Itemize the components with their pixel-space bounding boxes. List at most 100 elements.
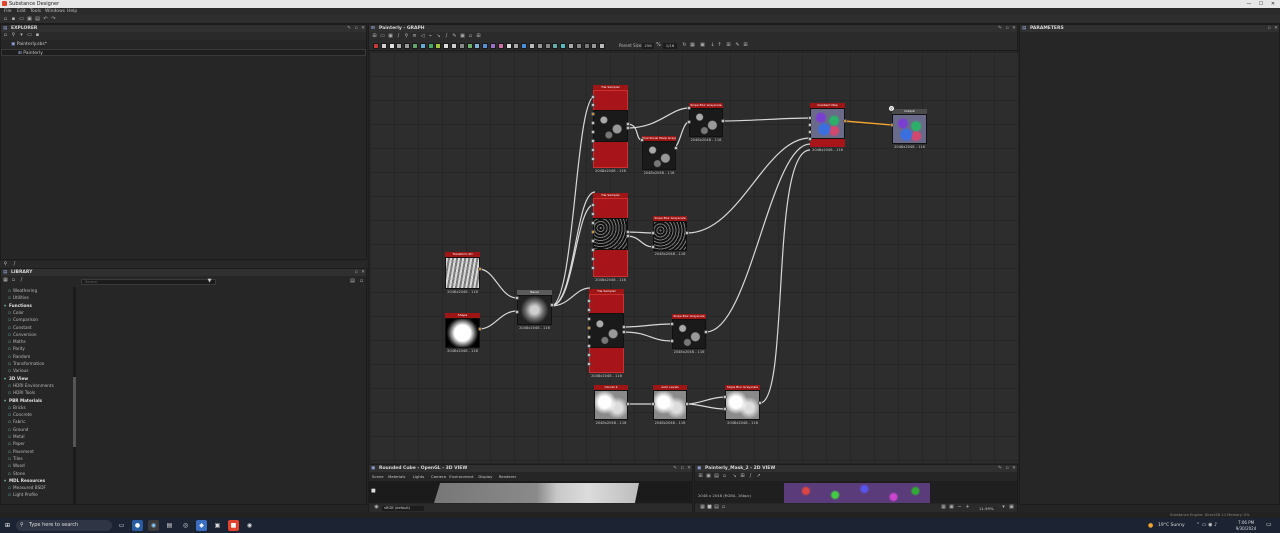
input-port[interactable] [591,139,595,143]
draw-icon[interactable]: ↘ [732,474,737,479]
node-palette-icon[interactable] [552,43,559,49]
import-icon[interactable]: ▾ [19,33,24,38]
input-port[interactable] [591,221,595,225]
pipette-icon[interactable]: ↘ [436,34,441,39]
library-item[interactable]: ▫ Stone [1,470,73,477]
checker-icon[interactable]: ▦ [700,505,705,510]
zoom-menu-icon[interactable]: ▾ [1001,505,1006,510]
input-port[interactable] [591,266,595,270]
input-port[interactable] [587,335,591,339]
input-port[interactable] [808,137,812,141]
settings-icon[interactable]: ▫ [359,279,364,284]
package-row[interactable]: ▣ Painterly.sbs* [1,41,366,48]
view-2d-viewport[interactable]: 2048 x 2048 (RGBA, 16bpc) [695,481,1017,503]
task-view-icon[interactable]: ▭ [116,520,127,531]
library-item[interactable]: ▫ Tiles [1,455,73,462]
app-icon[interactable]: ▣ [212,520,223,531]
library-item[interactable]: ▫ HDRI Environments [1,382,73,389]
crop-icon[interactable]: ▣ [460,34,465,39]
camera-icon[interactable]: ■ [371,488,376,494]
input-port[interactable] [651,231,655,235]
library-item[interactable]: ▫ Ground [1,426,73,433]
fit-view-icon[interactable]: ⊞ [698,474,703,479]
tray-icons[interactable]: ⌃ ▭ ◉ ♪ [1196,522,1217,528]
folder-icon[interactable]: ▭ [27,33,32,38]
float-icon[interactable]: ▫ [1004,25,1010,32]
menu-tools[interactable]: Tools [30,9,41,14]
library-item[interactable]: ▫ Paper [1,440,73,447]
options-icon[interactable]: ▪ [35,33,40,38]
input-port[interactable] [587,344,591,348]
node-tile-sampler-1[interactable]: Tile Sampler 2048x2048 - 116 [591,85,630,173]
close-panel-icon[interactable]: ✕ [1011,25,1017,32]
pin-icon[interactable]: ✎ [672,465,678,472]
input-port[interactable] [587,299,591,303]
fit-icon[interactable]: ⊞ [476,34,481,39]
fullscreen-icon[interactable]: ⊞ [726,43,731,48]
lock-icon[interactable]: ▣ [700,43,705,48]
tool-icon[interactable]: ⚲ [3,262,8,267]
view-3d-menu-item[interactable]: Environment [449,473,473,480]
windows-start-icon[interactable]: ⊞ [2,520,13,531]
library-item[interactable]: ▫ Concrete [1,411,73,418]
copy-icon[interactable]: ▫ [722,474,727,479]
node-palette-icon[interactable] [560,43,567,49]
channel-icon[interactable]: ▣ [706,474,711,479]
library-category[interactable]: ▾ PBR Materials [1,397,73,404]
substance-designer-taskbar-icon[interactable]: ■ [228,520,239,531]
line-icon[interactable]: / [748,474,753,479]
pin-icon[interactable]: ✎ [346,25,352,32]
library-item[interactable]: ▫ Measured BSDF [1,484,73,491]
comment-icon[interactable]: / [396,34,401,39]
zoom-icon[interactable]: ⚲ [404,34,409,39]
input-port[interactable] [591,148,595,152]
node-palette-icon[interactable] [451,43,457,49]
input-port[interactable] [591,230,595,234]
save-all-icon[interactable]: ▤ [35,17,40,22]
input-port[interactable] [591,121,595,125]
redo-icon[interactable]: ↷ [51,17,56,22]
steam-icon[interactable]: ◎ [180,520,191,531]
layout-icon[interactable]: ⊞ [743,43,748,48]
brush-icon[interactable]: / [19,278,24,283]
graph-row[interactable]: ⊞ Painterly [1,49,366,56]
node-palette-icon[interactable] [380,43,387,49]
input-port[interactable] [515,310,519,314]
new-package-icon[interactable]: ▫ [3,33,8,38]
float-icon[interactable]: ▫ [353,25,359,32]
refresh-icon[interactable]: ↻ [682,43,687,48]
node-gradient-map[interactable]: Gradient Map 2048x2048 - 116 [808,103,847,152]
node-palette-icon[interactable] [419,43,426,49]
pin-icon[interactable]: ✎ [997,25,1003,32]
new-file-icon[interactable]: ▫ [3,17,8,22]
arrow-up-icon[interactable]: ↑ [717,43,722,48]
input-port[interactable] [723,395,727,399]
lock-zoom-icon[interactable]: ▣ [1009,505,1014,510]
output-port[interactable] [478,267,482,271]
node-palette-icon[interactable] [458,43,465,49]
input-port[interactable] [687,120,691,124]
view-3d-viewport[interactable]: ■ [369,481,692,503]
channels-icon[interactable]: ▤ [714,505,719,510]
library-item[interactable]: ▫ Utilities [1,294,73,301]
output-port[interactable] [721,119,725,123]
node-palette-icon[interactable] [513,43,520,49]
select-icon[interactable]: ⊞ [372,34,377,39]
view-3d-menu-item[interactable]: Materials [388,473,405,480]
node-shape[interactable]: Shape 2048x2048 - 116 [445,313,482,353]
node-palette-icon[interactable] [505,43,512,49]
close-panel-icon[interactable]: ✕ [360,269,366,276]
close-window-button[interactable]: ✕ [1267,0,1279,8]
library-item[interactable]: ▫ Fabric [1,418,73,425]
output-port[interactable] [674,146,678,150]
clock-time[interactable]: 7:06 PM [1232,520,1260,525]
input-port[interactable] [515,296,519,300]
frame-view-icon[interactable]: ▣ [949,505,954,510]
input-port[interactable] [591,112,595,116]
node-palette-icon[interactable] [474,43,481,49]
tile-icon[interactable]: ⊞ [740,474,745,479]
measure-icon[interactable]: ↗ [756,474,761,479]
node-bevel[interactable]: Bevel 2048x2048 - 116 [515,290,554,330]
input-port[interactable] [591,157,595,161]
node-slope-blur-2[interactable]: Slope Blur Grayscale 2048x2048 - 116 [651,216,689,256]
